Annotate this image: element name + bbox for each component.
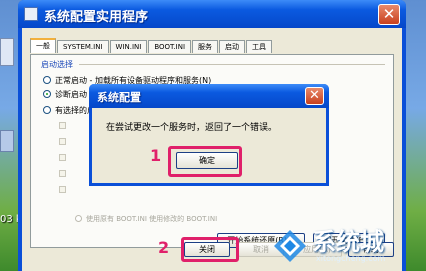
radio-diagnostic-startup[interactable]: 诊断启动 [43, 89, 87, 100]
checkbox-icon [59, 154, 66, 161]
watermark-url: xitongcheng.com [316, 254, 386, 263]
tab-system-ini[interactable]: SYSTEM.INI [57, 40, 109, 53]
checkbox-icon [59, 122, 66, 129]
window-titlebar[interactable]: 系统配置实用程序 ✕ [18, 0, 406, 28]
checkbox-icon [59, 138, 66, 145]
startup-selection-label: 启动选择 [41, 60, 73, 69]
tab-tools[interactable]: 工具 [246, 40, 273, 53]
radio-circle-icon [75, 215, 82, 222]
checkbox-system-ini[interactable] [59, 121, 66, 130]
checkbox-startup-items[interactable] [59, 169, 66, 178]
desktop-folder-icon[interactable] [0, 130, 14, 152]
desktop-document-icon[interactable] [0, 38, 14, 66]
radio-selective-startup[interactable]: 有选择的启 [43, 105, 95, 116]
window-title: 系统配置实用程序 [44, 10, 149, 25]
dialog-message: 在尝试更改一个服务时，返回了一个错误。 [106, 123, 278, 133]
tab-strip: 一般 SYSTEM.INI WIN.INI BOOT.INI 服务 启动 工具 [30, 38, 273, 54]
checkbox-system-services[interactable] [59, 153, 66, 162]
boot-ini-options-label: 使用原有 BOOT.INI 使用修改的 BOOT.INI [86, 215, 218, 223]
dialog-titlebar[interactable]: 系统配置 ✕ [89, 84, 329, 108]
tab-win-ini[interactable]: WIN.INI [109, 40, 148, 53]
window-close-button[interactable]: ✕ [378, 4, 400, 25]
boot-ini-options[interactable]: 使用原有 BOOT.INI 使用修改的 BOOT.INI [75, 214, 217, 224]
radio-circle-icon [43, 76, 51, 84]
watermark-logo-icon [274, 230, 306, 262]
checkbox-boot-ini[interactable] [59, 185, 66, 194]
step1-highlight-box [168, 146, 242, 177]
radio-diagnostic-label: 诊断启动 [55, 90, 87, 99]
step2-highlight-box [181, 237, 239, 262]
radio-circle-icon [43, 106, 51, 114]
watermark-text: 系统城 [312, 228, 384, 256]
tab-general[interactable]: 一般 [30, 38, 56, 53]
tab-startup[interactable]: 启动 [219, 40, 246, 53]
dialog-title: 系统配置 [97, 91, 141, 104]
dialog-close-button[interactable]: ✕ [305, 87, 324, 105]
checkbox-win-ini[interactable] [59, 137, 66, 146]
checkbox-icon [59, 170, 66, 177]
step2-number: 2 [158, 238, 170, 257]
radio-selected-icon [43, 90, 51, 98]
tab-services[interactable]: 服务 [192, 40, 219, 53]
tab-boot-ini[interactable]: BOOT.INI [148, 40, 192, 53]
step1-number: 1 [150, 146, 162, 165]
group-divider [79, 64, 385, 65]
checkbox-icon [59, 186, 66, 193]
app-icon [24, 7, 38, 21]
